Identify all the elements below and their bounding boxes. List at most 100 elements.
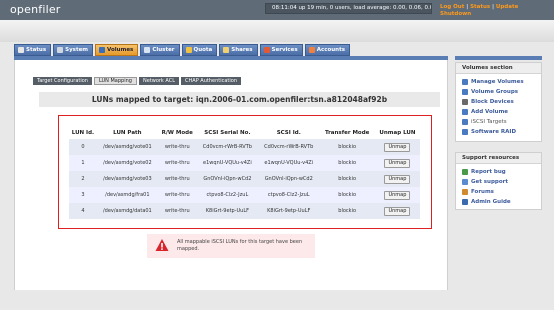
unmap-button[interactable]: Unmap [384,174,411,184]
unmap-button[interactable]: Unmap [384,206,411,216]
cluster-icon [144,47,151,53]
volumes-section-box: Volumes section Manage Volumes Volume Gro… [455,62,542,142]
info-alert: All mappable iSCSI LUNs for this target … [147,234,315,258]
volume-groups-icon [462,89,468,95]
tab-status[interactable]: Status [14,44,52,56]
sidebar-item-add-volume[interactable]: Add Volume [462,107,541,117]
cell-id: 0 [69,139,97,155]
tab-accounts[interactable]: Accounts [304,44,350,56]
cell-mode: write-thru [157,187,197,203]
sidebar-item-volume-groups[interactable]: Volume Groups [462,87,541,97]
shares-icon [223,47,230,53]
tab-label: Shares [231,47,253,53]
cell-scsi-id: K8iGrt-9etp-UuLF [258,203,320,219]
column-header: LUN Id. [71,130,95,136]
cell-scsi-id: ctpvo8-Clz2-JzuL [258,187,320,203]
cell-serial: GnOVnl-iQpn-wCd2 [196,171,259,187]
cell-serial: Cd0vcm-rWrB-RVTb [196,139,259,155]
sidebar-item-software-raid[interactable]: Software RAID [462,127,541,137]
block-devices-icon [462,99,468,105]
cell-id: 2 [69,171,97,187]
column-header: LUN Path [113,130,142,136]
cell-mode: write-thru [157,139,197,155]
unmap-button[interactable]: Unmap [384,158,411,168]
update-link[interactable]: Update [496,4,518,10]
sidebar-item-iscsi-targets: iSCSI Targets [462,117,541,127]
sidebar-item-label: Software RAID [471,129,517,135]
tab-label: Status [26,47,47,53]
main-nav: Status System Volumes Cluster Quota Shares Ser… [14,44,350,56]
unmap-button[interactable]: Unmap [384,142,411,152]
volumes-section-list: Manage Volumes Volume Groups Block Devices… [456,74,541,137]
table-body: 0/dev/asmdg/vote01 write-thru Cd0vcm-rWrB-… [69,139,420,219]
subtab-chap-authentication[interactable]: CHAP Authentication [181,77,242,85]
sidebar-top-bar [455,56,542,60]
sidebar-item-label: iSCSI Targets [471,119,507,125]
forums-icon [462,189,468,195]
tab-quota[interactable]: Quota [181,44,218,56]
support-resources-list: Report bug Get support Forums Admin Guide [456,164,541,207]
column-header: R/W Mode [161,130,193,136]
subtab-lun-mapping[interactable]: LUN Mapping [93,77,137,85]
column-header: SCSI Serial No. [204,130,251,136]
sidebar-item-label: Forums [471,189,494,195]
sidebar-item-label: Add Volume [471,109,509,115]
tab-cluster[interactable]: Cluster [140,44,180,56]
header-band [0,20,554,42]
cell-action: Unmap [374,203,420,219]
main-panel: Target Configuration LUN Mapping Network A… [14,60,448,290]
cell-serial: K8iGrt-9etp-UuLF [196,203,259,219]
tab-system[interactable]: System [53,44,94,56]
system-icon [57,47,64,53]
page-title: LUNs mapped to target: iqn.2006-01.com.o… [39,92,440,107]
column-header: SCSI Id. [276,130,301,136]
tab-volumes[interactable]: Volumes [95,44,139,56]
sidebar-item-report-bug[interactable]: Report bug [462,167,541,177]
cell-mode: write-thru [157,155,197,171]
tab-services[interactable]: Services [259,44,303,56]
sidebar-item-label: Report bug [471,169,506,175]
status-icon [18,47,24,53]
cell-path: /dev/asmdg/vote01 [96,139,158,155]
log-out-link[interactable]: Log Out [440,4,464,10]
cell-action: Unmap [374,155,420,171]
cell-transfer: blockio [319,203,375,219]
cell-transfer: blockio [319,187,375,203]
volumes-section-title: Volumes section [456,63,541,74]
support-resources-box: Support resources Report bug Get support F… [455,152,542,210]
sidebar-item-forums[interactable]: Forums [462,187,541,197]
tab-label: Quota [193,47,213,53]
cell-scsi-id: e1wqnU-VQUu-v4Zi [258,155,320,171]
table-row: 0/dev/asmdg/vote01 write-thru Cd0vcm-rWrB-… [69,139,420,155]
cell-transfer: blockio [319,171,375,187]
header-links: Log Out | Status | Update Shutdown [440,4,518,18]
cell-path: /dev/asmdg/fra01 [96,187,158,203]
tab-label: System [65,47,89,53]
cell-id: 4 [69,203,97,219]
sidebar-item-manage-volumes[interactable]: Manage Volumes [462,77,541,87]
sidebar-item-block-devices[interactable]: Block Devices [462,97,541,107]
cell-mode: write-thru [157,203,197,219]
top-header: openfiler 08:11:04 up 19 min, 0 users, l… [0,0,554,20]
cell-scsi-id: Cd0vcm-rWrB-RVTb [258,139,320,155]
status-link[interactable]: Status [470,4,490,10]
cell-serial: e1wqnU-VQUu-v4Zi [196,155,259,171]
shutdown-link[interactable]: Shutdown [440,11,471,17]
report-bug-icon [462,169,468,175]
sidebar-item-get-support[interactable]: Get support [462,177,541,187]
unmap-button[interactable]: Unmap [384,190,411,200]
sidebar-item-label: Block Devices [471,99,514,105]
support-resources-title: Support resources [456,153,541,164]
table-row: 2/dev/asmdg/vote03 write-thru GnOVnl-iQpn-… [69,171,420,187]
subtab-target-configuration[interactable]: Target Configuration [33,77,92,85]
sidebar-item-admin-guide[interactable]: Admin Guide [462,197,541,207]
lun-table-highlight: LUN Id. LUN Path R/W Mode SCSI Serial No. SC… [58,115,432,229]
sidebar-item-label: Volume Groups [471,89,519,95]
cell-id: 1 [69,155,97,171]
subtab-network-acl[interactable]: Network ACL [138,77,180,85]
openfiler-logo[interactable]: openfiler [10,3,61,16]
tab-shares[interactable]: Shares [219,44,258,56]
cell-mode: write-thru [157,171,197,187]
manage-volumes-icon [462,79,468,85]
cell-transfer: blockio [319,155,375,171]
